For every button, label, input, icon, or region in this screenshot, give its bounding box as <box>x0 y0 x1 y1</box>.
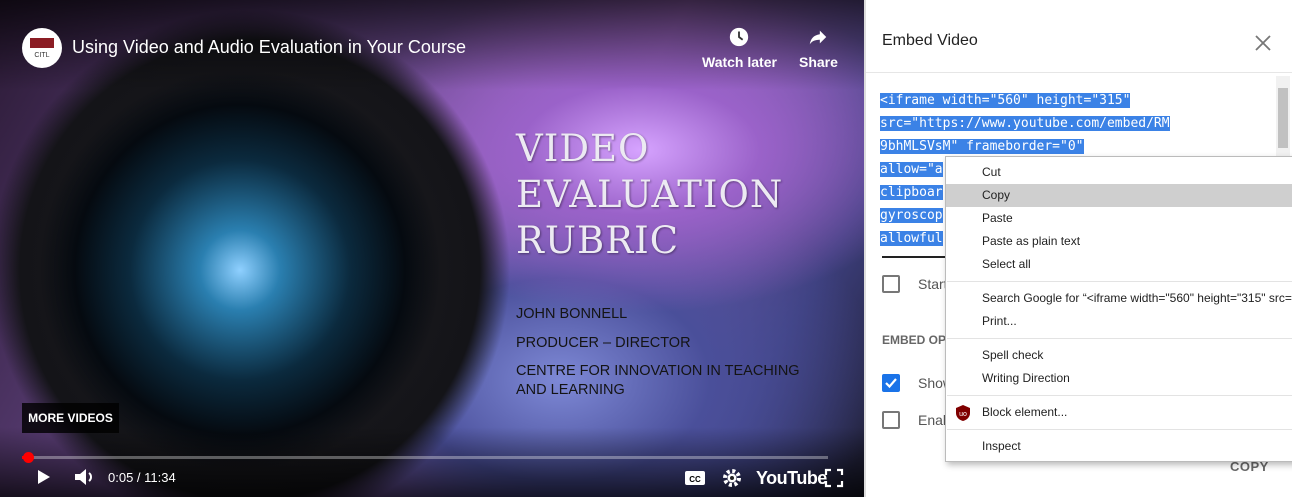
menu-item-select-all[interactable]: Select all <box>946 253 1292 276</box>
video-title[interactable]: Using Video and Audio Evaluation in Your… <box>72 37 466 58</box>
panel-divider <box>866 72 1292 73</box>
slide-org-line2: AND LEARNING <box>516 382 625 398</box>
embed-header: Embed Video <box>882 32 978 49</box>
context-menu: Cut Copy Paste Paste as plain text Selec… <box>945 156 1292 462</box>
checkmark-icon <box>885 378 897 389</box>
ublock-shield-icon: uo <box>956 405 970 421</box>
youtube-logo[interactable]: YouTube <box>756 468 827 489</box>
channel-logo[interactable]: CITL <box>22 28 62 68</box>
share-label: Share <box>799 54 838 70</box>
channel-logo-text: CITL <box>34 52 50 59</box>
scrollbar-thumb[interactable] <box>1278 88 1288 148</box>
code-line: allowful <box>880 231 943 246</box>
channel-logo-band <box>30 38 54 48</box>
share-button[interactable]: Share <box>799 26 838 70</box>
scrubber-knob[interactable] <box>22 452 34 463</box>
close-icon[interactable] <box>1254 34 1272 52</box>
slide-title-line: EVALUATION <box>516 173 784 216</box>
svg-text:uo: uo <box>959 411 967 418</box>
menu-item-cut[interactable]: Cut <box>946 161 1292 184</box>
slide-role: PRODUCER – DIRECTOR <box>516 335 691 351</box>
video-player[interactable]: CITL Using Video and Audio Evaluation in… <box>0 0 864 497</box>
code-line: allow="a <box>880 162 943 177</box>
menu-item-writing-direction[interactable]: Writing Direction <box>946 367 1292 390</box>
slide-title-line: VIDEO <box>516 127 650 170</box>
menu-item-print[interactable]: Print... <box>946 310 1292 333</box>
slide-org-line1: CENTRE FOR INNOVATION IN TEACHING <box>516 363 800 379</box>
menu-separator <box>947 281 1292 282</box>
cc-icon[interactable]: CC <box>684 465 706 489</box>
progress-bar[interactable] <box>22 452 828 463</box>
code-line: gyroscop <box>880 208 943 223</box>
menu-item-block-element[interactable]: uo Block element... <box>946 401 1292 424</box>
show-controls-checkbox[interactable] <box>882 374 900 392</box>
volume-icon[interactable] <box>72 465 98 489</box>
menu-item-search-google[interactable]: Search Google for “<iframe width="560" h… <box>946 287 1292 310</box>
menu-item-paste-plain[interactable]: Paste as plain text <box>946 230 1292 253</box>
watch-later-button[interactable]: Watch later <box>702 26 777 70</box>
menu-item-inspect[interactable]: Inspect <box>946 435 1292 458</box>
fullscreen-icon[interactable] <box>824 465 844 489</box>
code-line: <iframe width="560" height="315" <box>880 93 1131 108</box>
start-at-checkbox[interactable] <box>882 275 900 293</box>
menu-separator <box>947 338 1292 339</box>
menu-separator <box>947 429 1292 430</box>
time-display: 0:05 / 11:34 <box>108 470 176 485</box>
share-icon <box>810 30 827 45</box>
svg-text:CC: CC <box>689 475 701 484</box>
privacy-mode-checkbox[interactable] <box>882 411 900 429</box>
block-element-label: Block element... <box>982 405 1068 419</box>
code-line: clipboar <box>880 185 943 200</box>
menu-item-paste[interactable]: Paste <box>946 207 1292 230</box>
clock-icon <box>730 27 749 47</box>
start-at-label: Start <box>918 276 948 292</box>
more-videos-button[interactable]: MORE VIDEOS <box>22 403 119 433</box>
play-icon[interactable] <box>34 465 54 489</box>
code-line: 9bhMLSVsM" frameborder="0" <box>880 139 1084 154</box>
code-line: src="https://www.youtube.com/embed/RM <box>880 116 1170 131</box>
slide-title: VIDEO EVALUATION RUBRIC <box>516 126 783 264</box>
slide-name: JOHN BONNELL <box>516 306 628 322</box>
slide-title-line: RUBRIC <box>516 219 680 262</box>
embed-options-label: EMBED OPT <box>882 333 954 347</box>
watch-later-label: Watch later <box>702 54 777 70</box>
menu-item-spell-check[interactable]: Spell check <box>946 344 1292 367</box>
menu-item-copy[interactable]: Copy <box>946 184 1292 207</box>
menu-separator <box>947 395 1292 396</box>
gear-icon[interactable] <box>722 465 742 489</box>
